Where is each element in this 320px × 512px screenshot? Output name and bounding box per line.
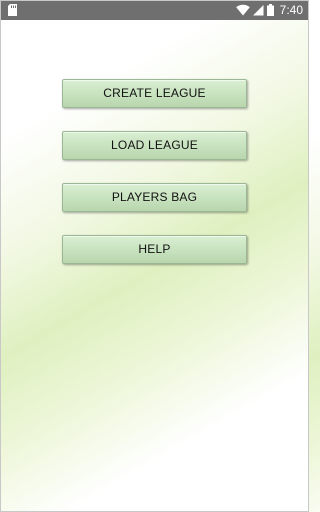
sd-card-icon xyxy=(8,4,17,16)
load-league-button[interactable]: LOAD LEAGUE xyxy=(62,131,247,160)
help-button[interactable]: HELP xyxy=(62,235,247,264)
players-bag-button[interactable]: PLAYERS BAG xyxy=(62,183,247,212)
create-league-button[interactable]: CREATE LEAGUE xyxy=(62,79,247,108)
wifi-icon xyxy=(235,4,250,16)
battery-icon xyxy=(266,4,274,16)
status-bar: 7:40 xyxy=(0,0,309,20)
signal-icon xyxy=(252,5,264,16)
status-icons: 7:40 xyxy=(235,0,303,20)
main-menu: CREATE LEAGUE LOAD LEAGUE PLAYERS BAG HE… xyxy=(62,79,247,287)
status-time: 7:40 xyxy=(279,3,303,17)
